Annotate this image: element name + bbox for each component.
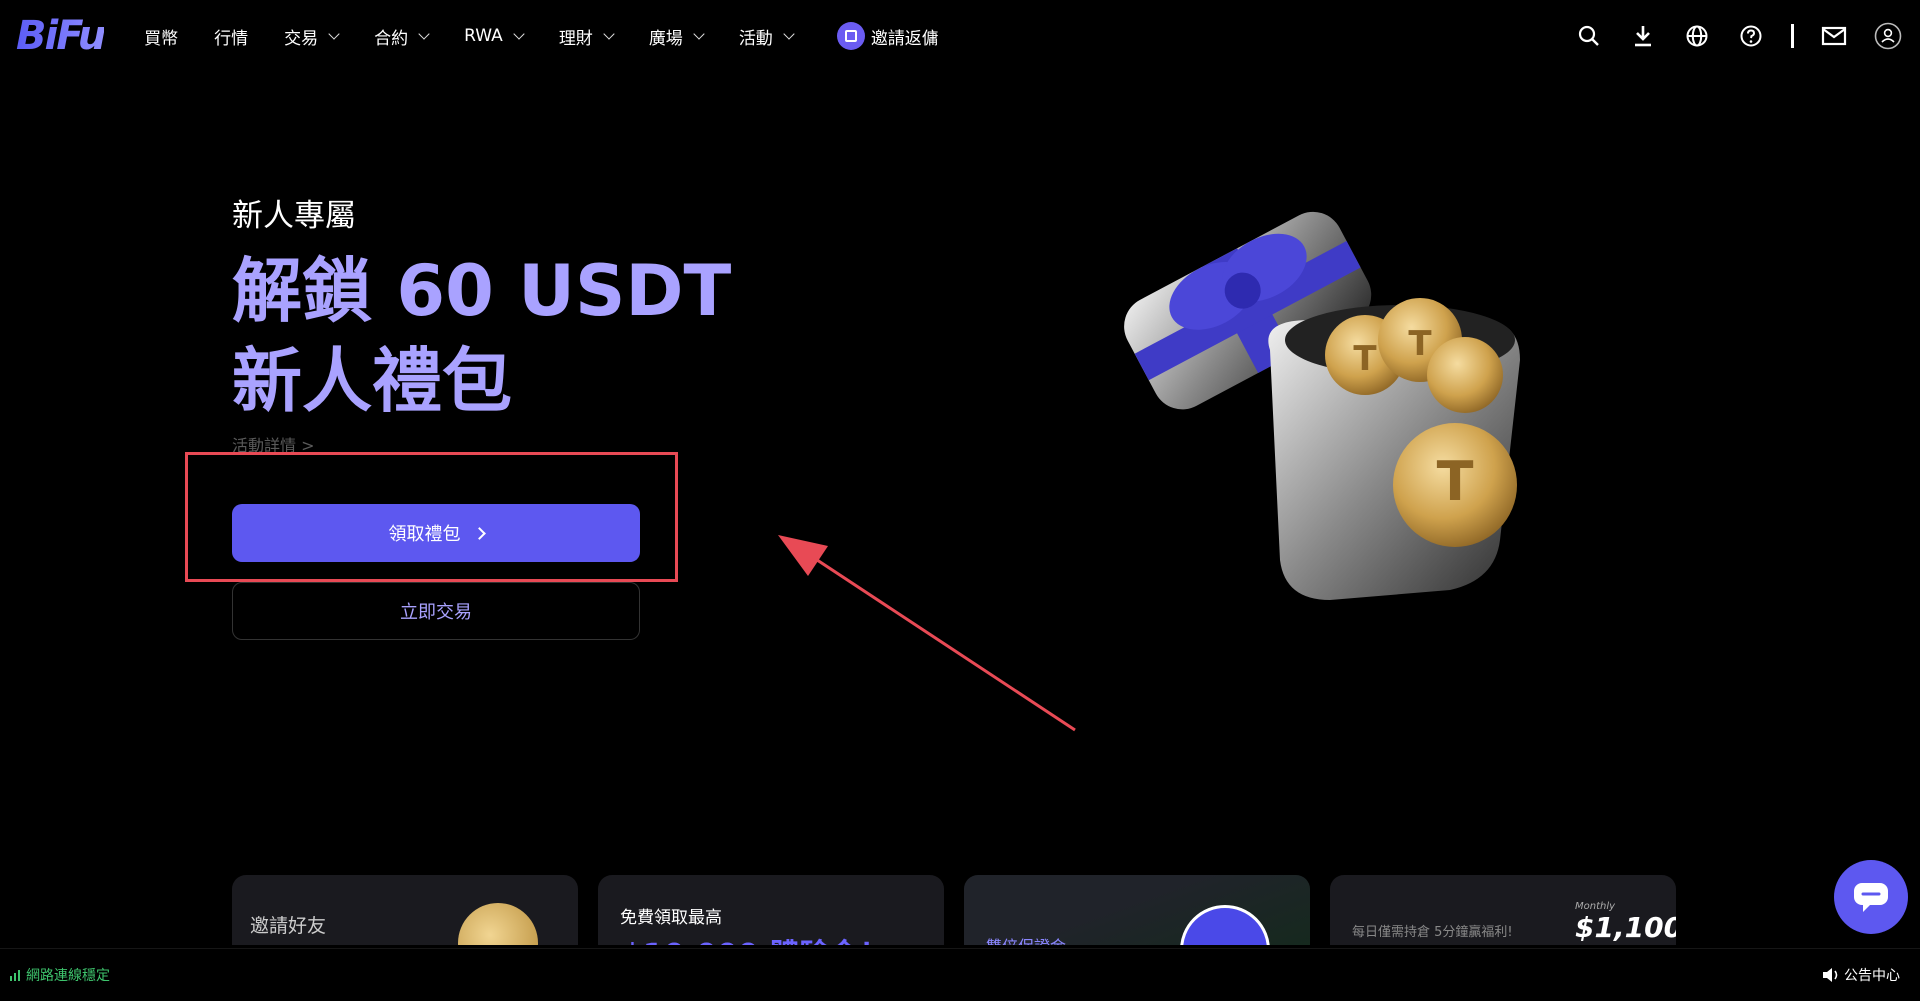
invite-rebate-link[interactable]: 邀請返傭 xyxy=(836,22,939,50)
coin-icon xyxy=(458,903,538,945)
promo-card-trial-fund[interactable]: 免費領取最高 $10,000 體驗金！ xyxy=(598,875,944,945)
promo-card-daily-hold[interactable]: 每日僅需持倉 5分鐘贏福利! Monthly $1,100 xyxy=(1330,875,1676,945)
download-icon[interactable] xyxy=(1629,22,1657,50)
user-icon[interactable] xyxy=(1874,22,1902,50)
card-title: 邀請好友 xyxy=(250,915,327,937)
help-icon[interactable] xyxy=(1737,22,1765,50)
menu-item-events[interactable]: 活動 xyxy=(738,24,795,49)
search-icon[interactable] xyxy=(1575,22,1603,50)
network-status-label: 網路連線穩定 xyxy=(26,968,110,984)
card-badge: $1,100 xyxy=(1575,911,1676,944)
chevron-down-icon xyxy=(603,27,615,40)
status-bar: 網路連線穩定 公告中心 xyxy=(0,948,1920,1001)
card-title: 免費領取最高 xyxy=(620,908,722,928)
menu-item-buy-crypto[interactable]: 買幣 xyxy=(144,24,178,49)
top-nav: BiFu 買幣 行情 交易 合約 RWA 理財 廣場 活動 邀請返傭 xyxy=(0,0,1920,72)
bifu-coin-icon xyxy=(1180,905,1270,945)
gift-box-illustration: T T T xyxy=(1124,211,1520,600)
chevron-down-icon xyxy=(418,27,430,40)
promo-card-double-margin[interactable]: 雙倍保證金 xyxy=(964,875,1310,945)
network-status: 網路連線穩定 xyxy=(10,965,110,985)
menu-item-trade[interactable]: 交易 xyxy=(284,24,340,49)
menu-label: 交易 xyxy=(284,28,319,49)
hero-title-line-1: 解鎖 60 USDT xyxy=(232,250,732,332)
hero-subtitle: 新人專屬 xyxy=(232,198,356,234)
menu-label: 買幣 xyxy=(144,28,179,49)
gift-icon xyxy=(836,22,865,50)
menu-label: 活動 xyxy=(738,28,773,49)
menu-label: RWA xyxy=(464,26,503,46)
chevron-down-icon xyxy=(328,27,340,40)
claim-gift-label: 領取禮包 xyxy=(388,524,461,544)
mail-icon[interactable] xyxy=(1820,22,1848,50)
chevron-down-icon xyxy=(693,27,705,40)
menu-item-earn[interactable]: 理財 xyxy=(558,24,615,49)
hero-title-line-2: 新人禮包 xyxy=(232,340,512,422)
signal-icon xyxy=(10,969,20,981)
chat-support-button[interactable] xyxy=(1834,860,1908,934)
invite-label: 邀請返傭 xyxy=(870,28,939,49)
menu-item-rwa[interactable]: RWA xyxy=(464,26,525,46)
promo-card-invite[interactable]: 邀請好友 xyxy=(232,875,578,945)
main-menu: 買幣 行情 交易 合約 RWA 理財 廣場 活動 邀請返傭 xyxy=(126,22,939,50)
chevron-right-icon xyxy=(472,526,486,540)
menu-item-markets[interactable]: 行情 xyxy=(214,24,248,49)
card-subtitle: $10,000 體驗金！ xyxy=(622,930,889,945)
nav-divider xyxy=(1791,24,1794,48)
menu-label: 行情 xyxy=(214,28,249,49)
hero-title: 解鎖 60 USDT 新人禮包 xyxy=(232,246,731,426)
menu-label: 合約 xyxy=(374,28,409,49)
svg-text:T: T xyxy=(1353,339,1377,379)
promo-cards: 邀請好友 免費領取最高 $10,000 體驗金！ 雙倍保證金 每日僅需持倉 5分… xyxy=(232,875,1680,945)
annotation-arrow-icon xyxy=(778,535,1076,732)
chat-icon xyxy=(1854,883,1888,912)
chevron-down-icon xyxy=(513,27,525,40)
svg-text:T: T xyxy=(1408,324,1432,364)
card-title: 雙倍保證金 xyxy=(986,933,1066,945)
announcement-label: 公告中心 xyxy=(1844,968,1900,984)
menu-item-square[interactable]: 廣場 xyxy=(648,24,705,49)
trade-now-button[interactable]: 立即交易 xyxy=(232,582,640,640)
menu-item-futures[interactable]: 合約 xyxy=(374,24,430,49)
announcement-center-link[interactable]: 公告中心 xyxy=(1822,965,1900,985)
menu-label: 廣場 xyxy=(648,28,683,49)
trade-now-label: 立即交易 xyxy=(400,602,472,622)
globe-icon[interactable] xyxy=(1683,22,1711,50)
nav-right-actions xyxy=(1549,0,1902,72)
menu-label: 理財 xyxy=(558,28,593,49)
svg-text:T: T xyxy=(1437,450,1474,513)
card-title: 每日僅需持倉 5分鐘贏福利! xyxy=(1352,925,1513,940)
speaker-icon xyxy=(1823,968,1838,982)
claim-gift-button[interactable]: 領取禮包 xyxy=(232,504,640,562)
chevron-down-icon xyxy=(783,27,795,40)
logo[interactable]: BiFu xyxy=(16,16,106,56)
